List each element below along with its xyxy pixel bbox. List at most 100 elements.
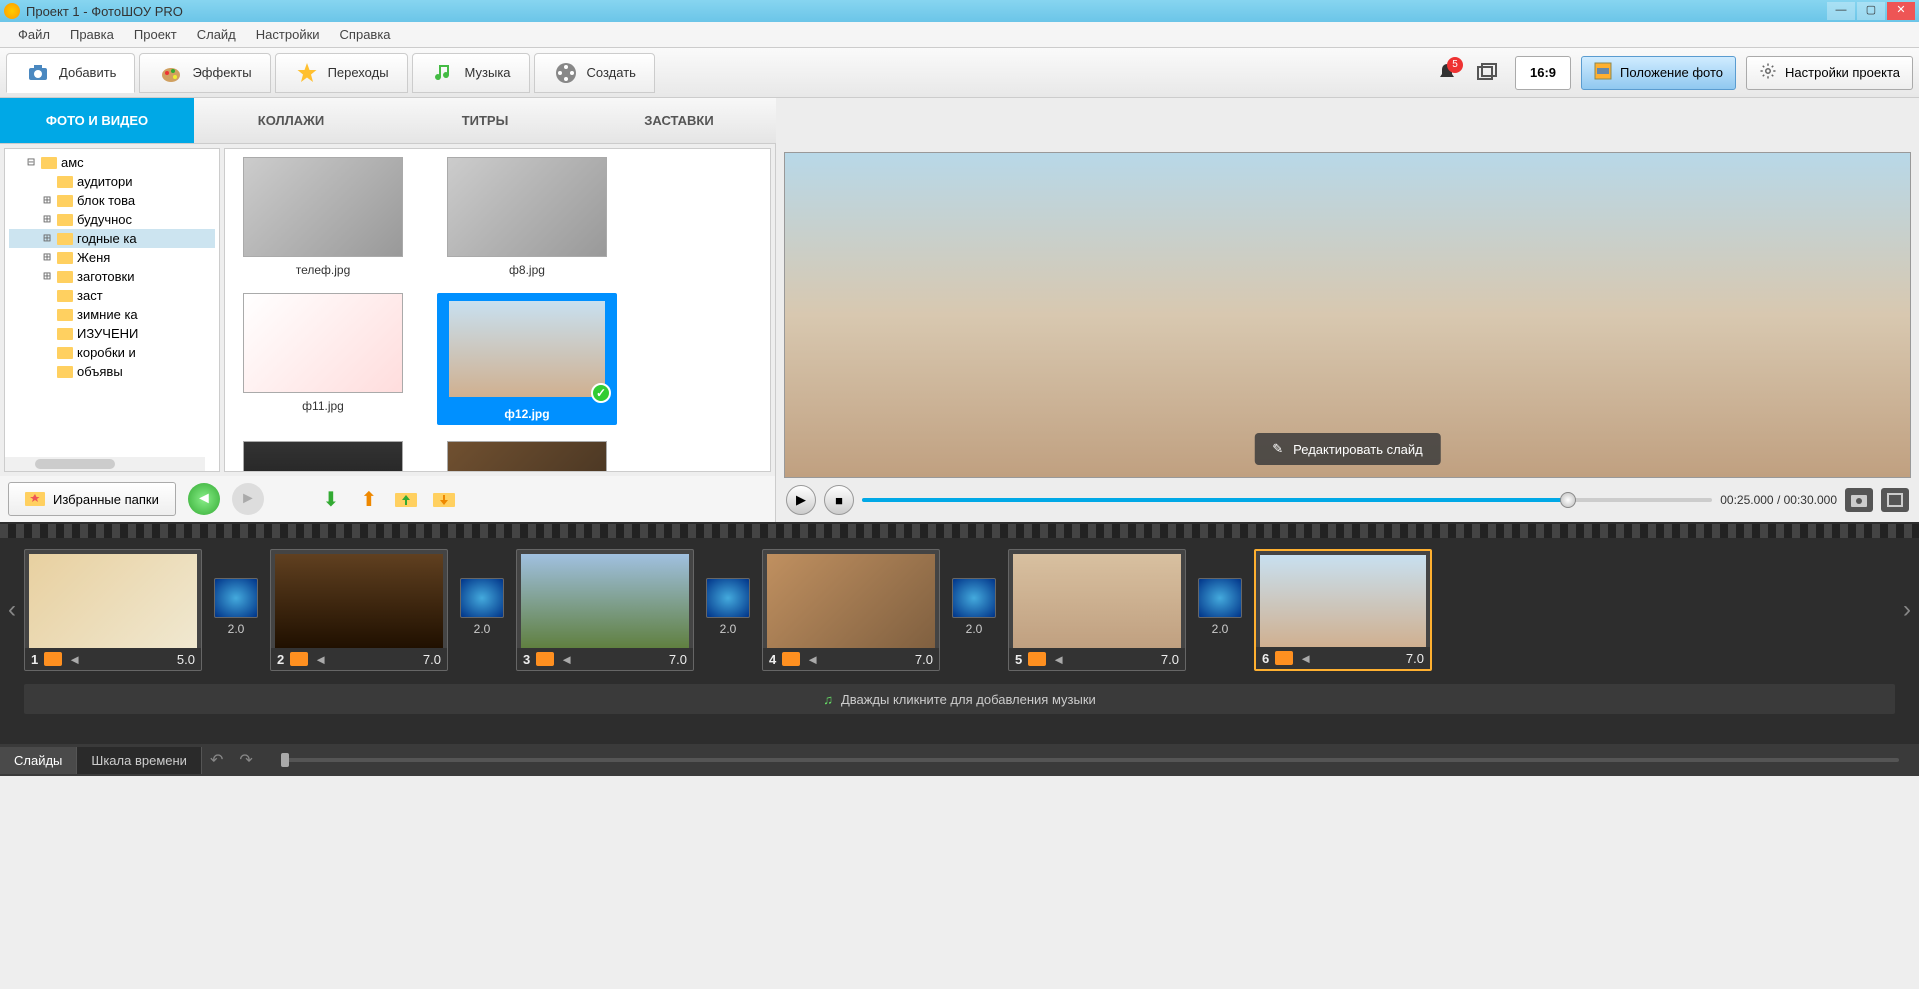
timeline-slide[interactable]: 5◄7.0 bbox=[1008, 549, 1186, 671]
transition-item[interactable]: 2.0 bbox=[950, 578, 998, 642]
thumbnail-label: ф11.jpg bbox=[233, 399, 413, 413]
tree-item[interactable]: зимние ка bbox=[9, 305, 215, 324]
export-folder-button[interactable] bbox=[432, 486, 458, 512]
gallery-icon[interactable] bbox=[1475, 61, 1499, 85]
timeline-slide[interactable]: 4◄7.0 bbox=[762, 549, 940, 671]
menu-edit[interactable]: Правка bbox=[60, 23, 124, 46]
undo-button[interactable]: ↶ bbox=[202, 746, 231, 774]
project-settings-button[interactable]: Настройки проекта bbox=[1746, 56, 1913, 90]
download-button[interactable]: ⬇ bbox=[318, 486, 344, 512]
preview-viewport[interactable]: ✎ Редактировать слайд bbox=[784, 152, 1911, 478]
subtab-collages[interactable]: КОЛЛАЖИ bbox=[194, 98, 388, 143]
menu-settings[interactable]: Настройки bbox=[246, 23, 330, 46]
menu-project[interactable]: Проект bbox=[124, 23, 187, 46]
timeline-slide[interactable]: 2◄7.0 bbox=[270, 549, 448, 671]
timeline-slide[interactable]: 1◄5.0 bbox=[24, 549, 202, 671]
redo-button[interactable]: ↷ bbox=[231, 746, 260, 774]
upload-button[interactable]: ⬆ bbox=[356, 486, 382, 512]
edit-slide-button[interactable]: ✎ Редактировать слайд bbox=[1254, 433, 1440, 465]
timeline-slide[interactable]: 3◄7.0 bbox=[516, 549, 694, 671]
tree-item[interactable]: ⊞заготовки bbox=[9, 267, 215, 286]
speaker-icon[interactable]: ◄ bbox=[560, 652, 573, 667]
stop-button[interactable]: ■ bbox=[824, 485, 854, 515]
speaker-icon[interactable]: ◄ bbox=[314, 652, 327, 667]
thumbnail-item[interactable] bbox=[437, 441, 617, 472]
tree-item[interactable]: объявы bbox=[9, 362, 215, 381]
pencil-icon[interactable] bbox=[782, 652, 800, 666]
notifications-button[interactable]: 5 bbox=[1435, 61, 1459, 85]
main-area: ⊟амсаудитори⊞блок това⊞будучнос⊞годные к… bbox=[0, 144, 1919, 522]
thumbnail-grid[interactable]: телеф.jpgф8.jpg ф11.jpg ✓ф12.jpg bbox=[224, 148, 771, 472]
import-folder-button[interactable] bbox=[394, 486, 420, 512]
speaker-icon[interactable]: ◄ bbox=[1299, 651, 1312, 666]
tree-item[interactable]: ИЗУЧЕНИ bbox=[9, 324, 215, 343]
thumbnail-item[interactable]: телеф.jpg bbox=[233, 157, 413, 277]
transition-item[interactable]: 2.0 bbox=[458, 578, 506, 642]
pencil-icon[interactable] bbox=[1275, 651, 1293, 665]
tab-create[interactable]: Создать bbox=[534, 53, 655, 93]
aspect-ratio-button[interactable]: 16:9 bbox=[1515, 56, 1571, 90]
minimize-button[interactable]: — bbox=[1827, 2, 1855, 20]
transition-item[interactable]: 2.0 bbox=[212, 578, 260, 642]
timeline-nav-left[interactable]: ‹ bbox=[2, 590, 22, 630]
subtab-photo-video[interactable]: ФОТО И ВИДЕО bbox=[0, 98, 194, 143]
tab-music[interactable]: Музыка bbox=[412, 53, 530, 93]
thumbnail-item[interactable]: ф8.jpg bbox=[437, 157, 617, 277]
pencil-icon[interactable] bbox=[290, 652, 308, 666]
zoom-slider[interactable] bbox=[281, 758, 1899, 762]
tree-item-label: блок това bbox=[77, 193, 135, 208]
thumbnail-item[interactable]: ф11.jpg bbox=[233, 293, 413, 425]
thumbnail-item[interactable] bbox=[233, 441, 413, 472]
tree-item[interactable]: ⊞будучнос bbox=[9, 210, 215, 229]
folder-star-icon bbox=[25, 490, 45, 509]
tree-scrollbar[interactable] bbox=[5, 457, 205, 471]
tree-item[interactable]: ⊞Женя bbox=[9, 248, 215, 267]
maximize-button[interactable]: ▢ bbox=[1857, 2, 1885, 20]
speaker-icon[interactable]: ◄ bbox=[806, 652, 819, 667]
tab-transitions[interactable]: Переходы bbox=[275, 53, 408, 93]
speaker-icon[interactable]: ◄ bbox=[68, 652, 81, 667]
favorite-folders-button[interactable]: Избранные папки bbox=[8, 482, 176, 516]
tab-add[interactable]: Добавить bbox=[6, 53, 135, 93]
tree-item[interactable]: ⊟амс bbox=[9, 153, 215, 172]
fullscreen-button[interactable] bbox=[1881, 488, 1909, 512]
timeline-slide[interactable]: 6◄7.0 bbox=[1254, 549, 1432, 671]
progress-bar[interactable] bbox=[862, 498, 1712, 502]
menu-file[interactable]: Файл bbox=[8, 23, 60, 46]
tree-item[interactable]: заст bbox=[9, 286, 215, 305]
pencil-icon[interactable] bbox=[536, 652, 554, 666]
bottom-tab-slides[interactable]: Слайды bbox=[0, 747, 77, 774]
slides-row[interactable]: ‹ › 1◄5.02.02◄7.02.03◄7.02.04◄7.02.05◄7.… bbox=[0, 540, 1919, 680]
tab-effects[interactable]: Эффекты bbox=[139, 53, 270, 93]
music-track[interactable]: ♫ Дважды кликните для добавления музыки bbox=[24, 684, 1895, 714]
nav-back-button[interactable]: ◄ bbox=[188, 483, 220, 515]
tab-effects-label: Эффекты bbox=[192, 65, 251, 80]
transition-duration: 2.0 bbox=[228, 622, 245, 636]
nav-forward-button[interactable]: ► bbox=[232, 483, 264, 515]
position-icon bbox=[1594, 62, 1612, 83]
thumbnail-image bbox=[447, 157, 607, 257]
snapshot-button[interactable] bbox=[1845, 488, 1873, 512]
slide-duration: 7.0 bbox=[423, 652, 441, 667]
subtab-splash[interactable]: ЗАСТАВКИ bbox=[582, 98, 776, 143]
timeline-nav-right[interactable]: › bbox=[1897, 590, 1917, 630]
photo-position-button[interactable]: Положение фото bbox=[1581, 56, 1736, 90]
speaker-icon[interactable]: ◄ bbox=[1052, 652, 1065, 667]
tree-item[interactable]: коробки и bbox=[9, 343, 215, 362]
transition-item[interactable]: 2.0 bbox=[704, 578, 752, 642]
tree-item[interactable]: ⊞блок това bbox=[9, 191, 215, 210]
folder-tree[interactable]: ⊟амсаудитори⊞блок това⊞будучнос⊞годные к… bbox=[4, 148, 220, 472]
menu-slide[interactable]: Слайд bbox=[187, 23, 246, 46]
play-button[interactable]: ▶ bbox=[786, 485, 816, 515]
subtab-titles[interactable]: ТИТРЫ bbox=[388, 98, 582, 143]
tree-item[interactable]: ⊞годные ка bbox=[9, 229, 215, 248]
transition-thumb bbox=[1198, 578, 1242, 618]
thumbnail-item[interactable]: ✓ф12.jpg bbox=[437, 293, 617, 425]
pencil-icon[interactable] bbox=[44, 652, 62, 666]
pencil-icon[interactable] bbox=[1028, 652, 1046, 666]
menu-help[interactable]: Справка bbox=[330, 23, 401, 46]
close-button[interactable]: ✕ bbox=[1887, 2, 1915, 20]
transition-item[interactable]: 2.0 bbox=[1196, 578, 1244, 642]
tree-item[interactable]: аудитори bbox=[9, 172, 215, 191]
bottom-tab-timeline[interactable]: Шкала времени bbox=[77, 747, 202, 774]
